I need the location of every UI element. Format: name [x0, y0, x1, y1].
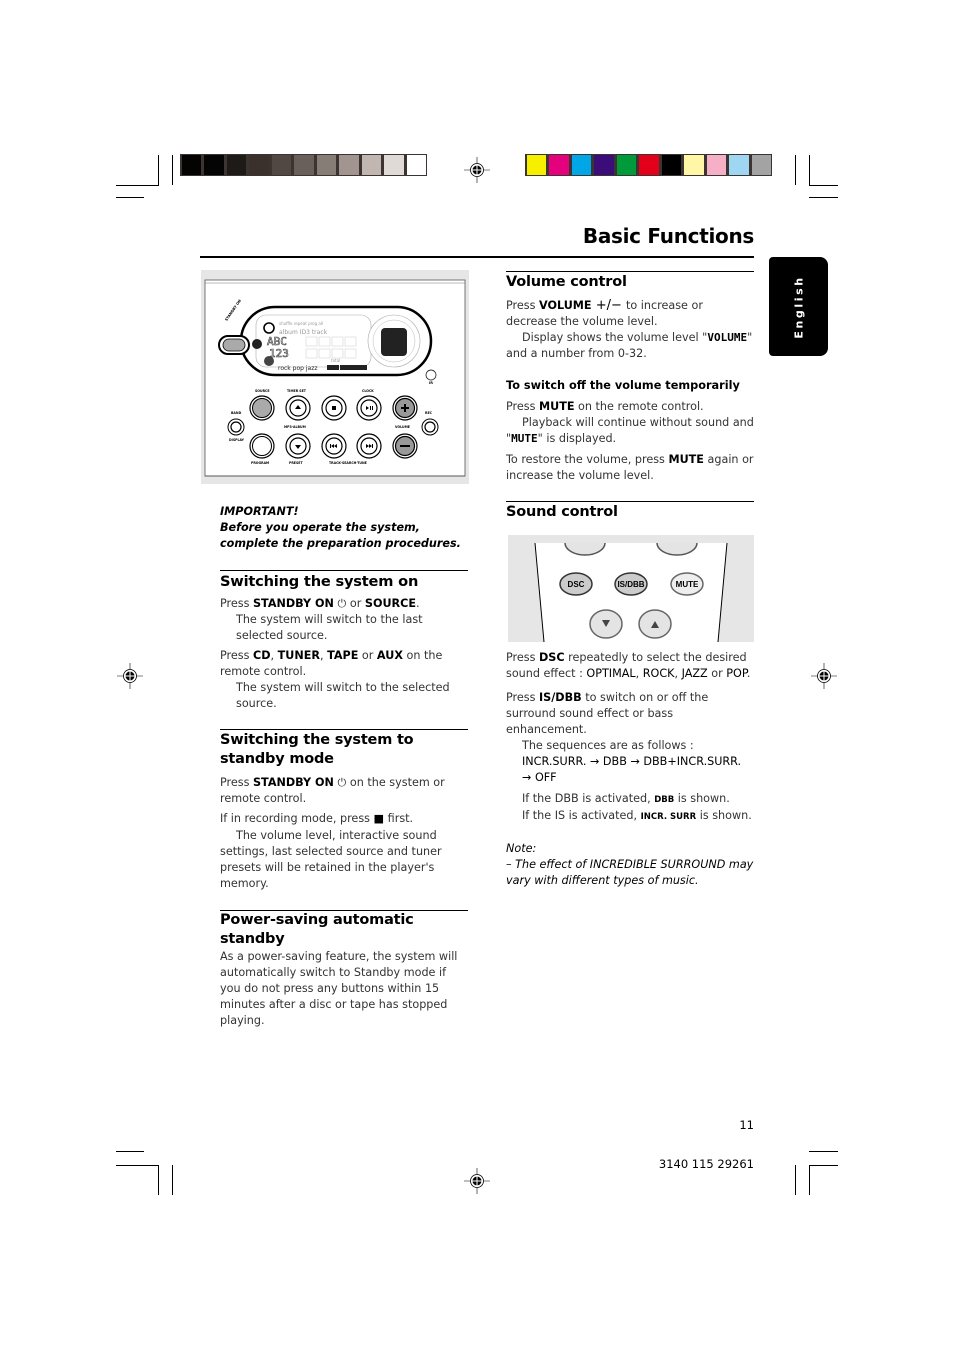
color-swatch [182, 155, 202, 175]
left-column: IMPORTANT! Before you operate the system… [220, 504, 468, 1029]
color-swatch [316, 155, 337, 175]
is-dbb-button-label: IS/DBB [617, 580, 644, 589]
section-sound-control: Sound control [506, 503, 754, 522]
section-heading: Sound control [506, 504, 618, 520]
page-title: Basic Functions [582, 224, 754, 248]
color-swatch [339, 155, 359, 175]
section-divider [220, 570, 468, 571]
stop-icon: ■ [373, 812, 385, 825]
device-front-panel-figure: shuffle repeat prog all album ID3 track … [201, 270, 469, 484]
color-swatch [204, 155, 224, 175]
section-divider [506, 271, 754, 272]
page-number: 11 [739, 1118, 754, 1132]
note-title: Note: [506, 842, 537, 855]
lcd-line-2: 123 [269, 347, 289, 360]
svg-text:iR: iR [429, 381, 433, 385]
color-swatch [684, 155, 704, 175]
sub-heading: To switch off the volume temporarily [506, 379, 740, 392]
remote-illustration: DSC IS/DBB MUTE [534, 535, 728, 642]
title-divider [200, 256, 754, 258]
section-divider [506, 501, 754, 502]
power-icon: ⏻ [337, 597, 347, 610]
svg-text:CLOCK: CLOCK [362, 389, 374, 393]
section-divider [220, 729, 468, 730]
registration-mark-icon [464, 1168, 490, 1194]
right-column: Volume control Press VOLUME +/− to incre… [506, 271, 754, 522]
section-heading: Volume control [506, 274, 627, 290]
color-swatch [249, 155, 269, 175]
color-calibration-bar [525, 154, 772, 176]
color-swatch [661, 155, 682, 175]
color-swatch [384, 155, 404, 175]
registration-mark-icon [117, 663, 143, 689]
language-tab: English [769, 257, 828, 356]
color-swatch [594, 155, 614, 175]
lcd-effects: rock pop jazz [278, 365, 318, 372]
svg-text:TIMER SET: TIMER SET [287, 389, 307, 393]
color-swatch [271, 155, 292, 175]
color-swatch [571, 155, 592, 175]
color-swatch [549, 155, 569, 175]
section-volume-control: Volume control Press VOLUME +/− to incre… [506, 274, 754, 482]
incr-surr-indicator: INCR. SURR [640, 812, 697, 822]
plus-minus-icon: +/− [591, 298, 626, 313]
color-swatch [527, 155, 547, 175]
svg-text:REC: REC [425, 411, 433, 415]
grey-calibration-bar [180, 154, 427, 176]
arrow-right-icon: → [589, 755, 600, 768]
section-switching-on: Switching the system on Press STANDBY ON… [220, 572, 468, 712]
color-swatch [639, 155, 659, 175]
dsc-button-label: DSC [568, 580, 585, 589]
important-notice: IMPORTANT! Before you operate the system… [220, 505, 461, 550]
svg-text:VOLUME: VOLUME [395, 425, 410, 429]
arrow-right-icon: → [522, 771, 532, 784]
svg-text:SOURCE: SOURCE [255, 389, 270, 393]
arrow-right-icon: → [630, 755, 640, 768]
sound-control-text: Press DSC repeatedly to select the desir… [506, 651, 754, 887]
svg-text:BAND: BAND [231, 411, 242, 415]
registration-mark-icon [811, 663, 837, 689]
color-swatch [361, 155, 382, 175]
color-swatch [751, 155, 771, 175]
registration-mark-icon [464, 157, 490, 183]
svg-text:MP3-ALBUM: MP3-ALBUM [284, 425, 306, 429]
color-swatch [616, 155, 637, 175]
svg-text:PRESET: PRESET [289, 461, 303, 465]
remote-control-figure: DSC IS/DBB MUTE [508, 535, 754, 642]
lcd-total: total [331, 358, 340, 363]
svg-text:TRACK-SEARCH-TUNE: TRACK-SEARCH-TUNE [329, 461, 367, 465]
color-swatch [226, 155, 247, 175]
color-swatch [729, 155, 749, 175]
svg-text:PROGRAM: PROGRAM [251, 461, 269, 465]
section-heading: Power-saving automatic standby [220, 912, 414, 947]
mute-button-label: MUTE [676, 580, 699, 589]
section-power-saving: Power-saving automatic standby As a powe… [220, 911, 468, 1029]
device-panel-illustration: shuffle repeat prog all album ID3 track … [204, 279, 466, 477]
lcd-top-text: shuffle repeat prog all [279, 321, 323, 326]
section-heading: Switching the system on [220, 573, 419, 590]
color-swatch [294, 155, 314, 175]
section-heading: Switching the system to standby mode [220, 732, 414, 767]
note-text: – The effect of INCREDIBLE SURROUND may … [506, 858, 754, 887]
dbb-indicator: DBB [654, 795, 675, 805]
svg-text:DISPLAY: DISPLAY [229, 438, 245, 442]
color-swatch [406, 155, 426, 175]
section-standby-mode: Switching the system to standby mode Pre… [220, 731, 468, 892]
document-code: 3140 115 29261 [658, 1157, 754, 1171]
color-swatch [706, 155, 727, 175]
power-icon: ⏻ [337, 776, 347, 789]
